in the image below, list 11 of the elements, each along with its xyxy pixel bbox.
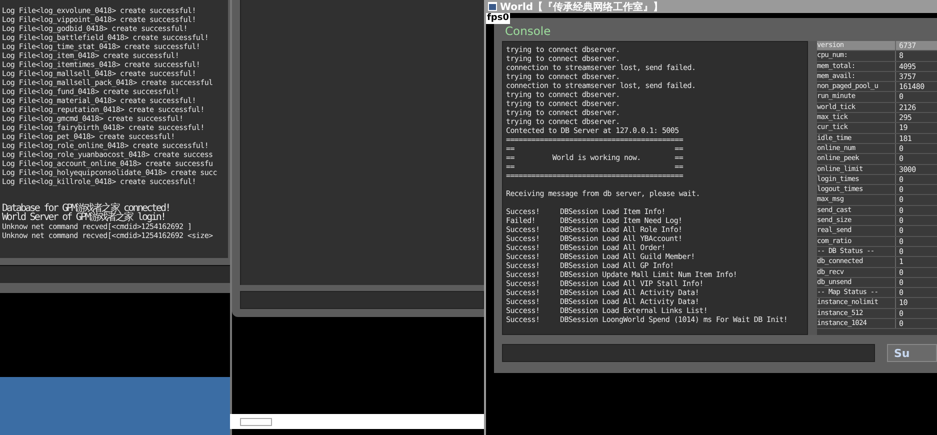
fps-label: fps0 <box>486 13 510 24</box>
checkbox-icon <box>240 418 272 426</box>
log-line: Database for GPM游戏者之家 connected! <box>2 204 171 213</box>
command-input-field[interactable] <box>502 344 875 362</box>
command-input-field[interactable] <box>0 265 230 283</box>
command-input-field[interactable] <box>240 291 484 309</box>
submit-button[interactable]: Su <box>887 344 937 362</box>
console-heading: Console <box>504 24 552 40</box>
window-title: World【『传承经典网络工作室』】 <box>500 0 664 13</box>
app-icon <box>488 2 497 11</box>
log-line: World Server of GPM游戏者之家 login! <box>2 213 166 222</box>
